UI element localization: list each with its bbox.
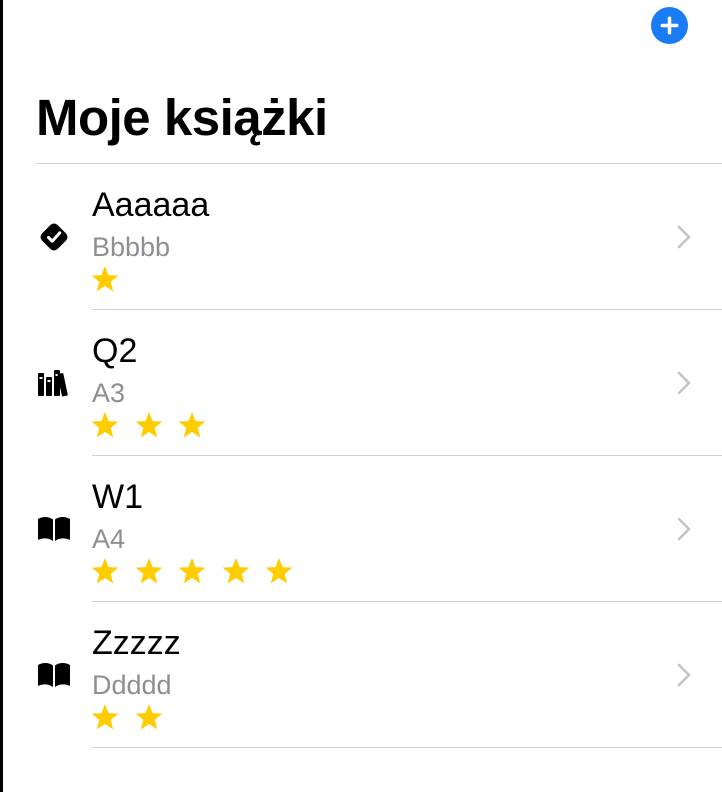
star-icon bbox=[222, 558, 249, 584]
page-title: Moje książki bbox=[36, 89, 328, 146]
star-icon bbox=[91, 412, 119, 438]
rating-stars bbox=[90, 700, 177, 734]
chevron-right-icon bbox=[677, 371, 691, 395]
book-title: Q2 bbox=[92, 332, 138, 370]
plus-circle-icon bbox=[651, 7, 688, 44]
star-icon bbox=[265, 558, 293, 584]
rating-stars bbox=[90, 262, 134, 296]
star-icon bbox=[178, 412, 206, 438]
book-author: Ddddd bbox=[92, 670, 172, 700]
star-icon bbox=[91, 266, 119, 292]
add-book-button[interactable] bbox=[651, 7, 688, 44]
rating-stars bbox=[90, 554, 308, 588]
star-icon bbox=[135, 704, 162, 730]
checkmark-seal-icon bbox=[36, 219, 72, 255]
book-list: Aaaaaa Bbbbb Q2 A3 W1 A4 Zzzzz Ddddd bbox=[0, 164, 722, 748]
chevron-right-icon bbox=[677, 225, 691, 249]
book-row[interactable]: Q2 A3 bbox=[0, 310, 722, 456]
book-title: W1 bbox=[92, 478, 143, 516]
book-title: Aaaaaa bbox=[92, 186, 210, 224]
book-author: A4 bbox=[92, 524, 126, 554]
book-row[interactable]: Zzzzz Ddddd bbox=[0, 602, 722, 748]
open-book-icon bbox=[36, 511, 72, 547]
chevron-right-icon bbox=[677, 517, 691, 541]
book-row[interactable]: W1 A4 bbox=[0, 456, 722, 602]
star-icon bbox=[135, 412, 162, 438]
book-author: A3 bbox=[92, 378, 126, 408]
book-title: Zzzzz bbox=[92, 624, 181, 662]
book-list-screen: Moje książki Aaaaaa Bbbbb Q2 A3 W1 A4 Zz… bbox=[0, 0, 722, 792]
open-book-icon bbox=[36, 657, 72, 693]
star-icon bbox=[91, 558, 119, 584]
rating-stars bbox=[90, 408, 221, 442]
star-icon bbox=[135, 558, 162, 584]
star-icon bbox=[178, 558, 206, 584]
book-row[interactable]: Aaaaaa Bbbbb bbox=[0, 164, 722, 310]
row-divider bbox=[92, 747, 722, 748]
star-icon bbox=[91, 704, 119, 730]
chevron-right-icon bbox=[677, 663, 691, 687]
books-on-shelf-icon bbox=[36, 365, 72, 401]
book-author: Bbbbb bbox=[92, 232, 171, 262]
